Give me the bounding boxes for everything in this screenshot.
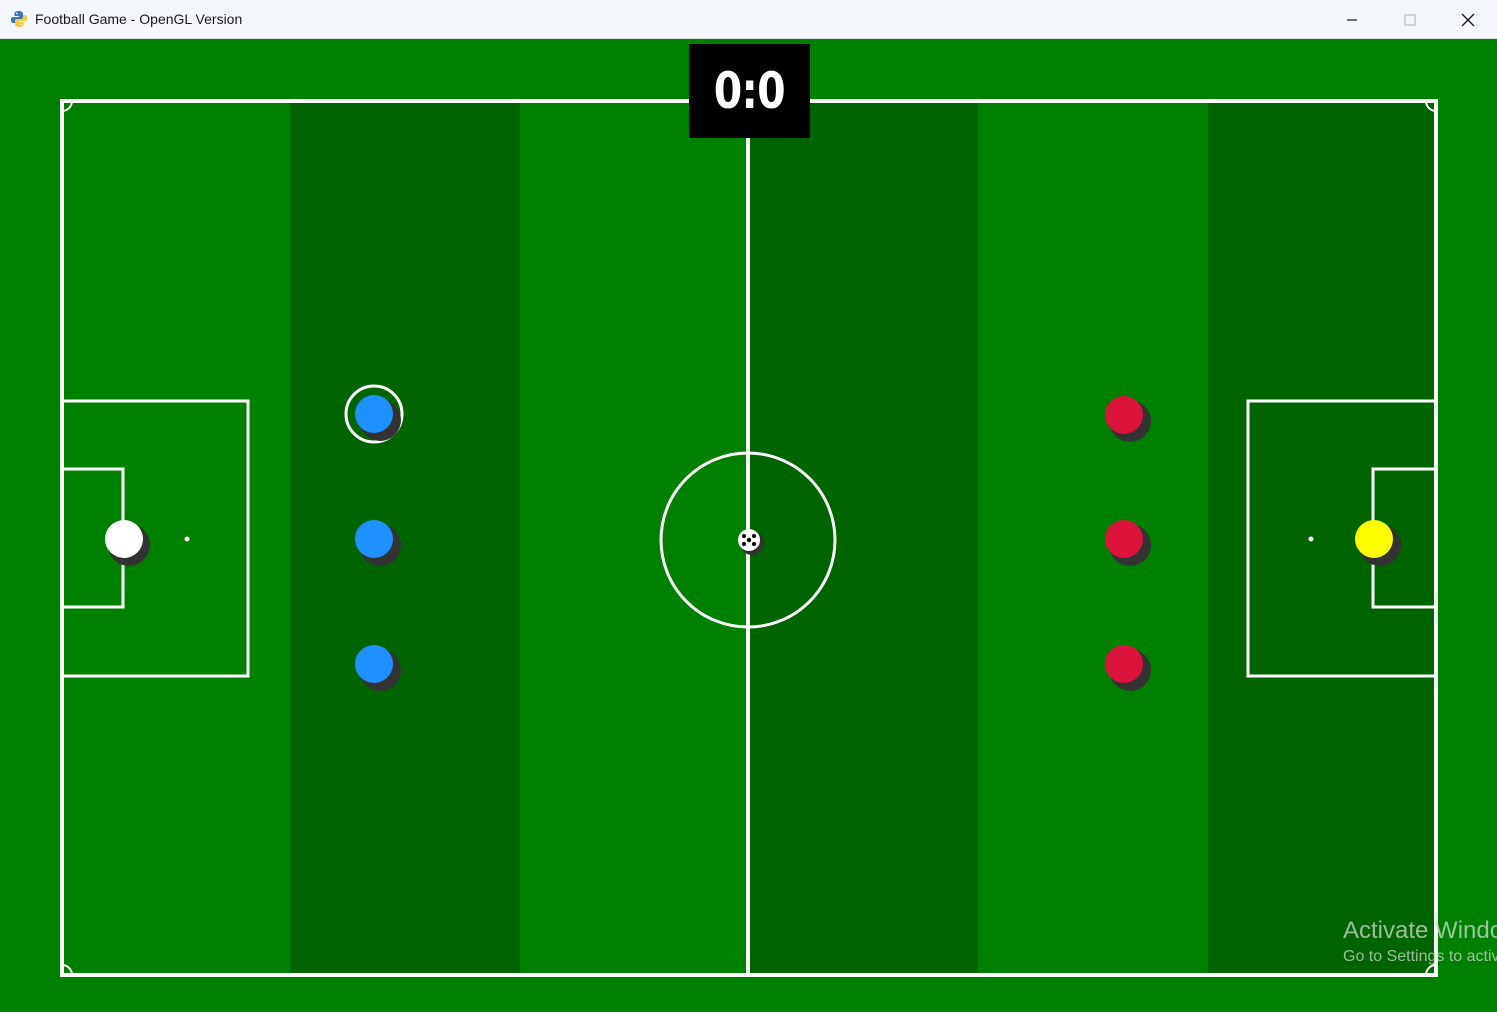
player-body bbox=[105, 520, 143, 558]
ball-patch bbox=[752, 534, 756, 538]
pitch-stripe bbox=[748, 101, 978, 975]
ball-patch bbox=[742, 542, 746, 546]
minimize-icon bbox=[1347, 18, 1357, 21]
player-body bbox=[355, 395, 393, 433]
pitch-stripe bbox=[978, 101, 1208, 975]
close-icon bbox=[1461, 13, 1475, 26]
player-body bbox=[1105, 645, 1143, 683]
player-body bbox=[1355, 520, 1393, 558]
minimize-button[interactable] bbox=[1323, 0, 1381, 39]
player-body bbox=[1105, 396, 1143, 434]
scoreboard: 0:0 bbox=[689, 44, 810, 138]
right-penalty-spot bbox=[1308, 536, 1314, 542]
ball-patch bbox=[742, 534, 746, 538]
player-body bbox=[355, 520, 393, 558]
maximize-icon bbox=[1404, 13, 1416, 26]
title-bar[interactable]: Football Game - OpenGL Version bbox=[0, 0, 1497, 39]
score-text: 0:0 bbox=[713, 62, 786, 120]
ball-patch bbox=[746, 537, 752, 543]
python-icon bbox=[11, 11, 27, 27]
close-button[interactable] bbox=[1439, 0, 1497, 39]
window-title: Football Game - OpenGL Version bbox=[35, 11, 243, 27]
ball-patch bbox=[752, 542, 756, 546]
activation-watermark: Activate Windows Go to Settings to activ… bbox=[1343, 916, 1497, 968]
pitch-stripe bbox=[520, 101, 748, 975]
player-body bbox=[355, 645, 393, 683]
left-penalty-spot bbox=[184, 536, 190, 542]
game-canvas[interactable]: 0:0 Activate Windows Go to Settings to a… bbox=[0, 39, 1497, 1012]
player-body bbox=[1105, 520, 1143, 558]
maximize-button[interactable] bbox=[1381, 0, 1439, 39]
pitch-stripe bbox=[1208, 101, 1436, 975]
football-field bbox=[60, 99, 1438, 977]
pitch-stripe bbox=[62, 101, 290, 975]
watermark-title: Activate Windows bbox=[1343, 917, 1497, 944]
pitch-stripe bbox=[290, 101, 520, 975]
watermark-subtitle: Go to Settings to activate Windows. bbox=[1343, 948, 1497, 965]
